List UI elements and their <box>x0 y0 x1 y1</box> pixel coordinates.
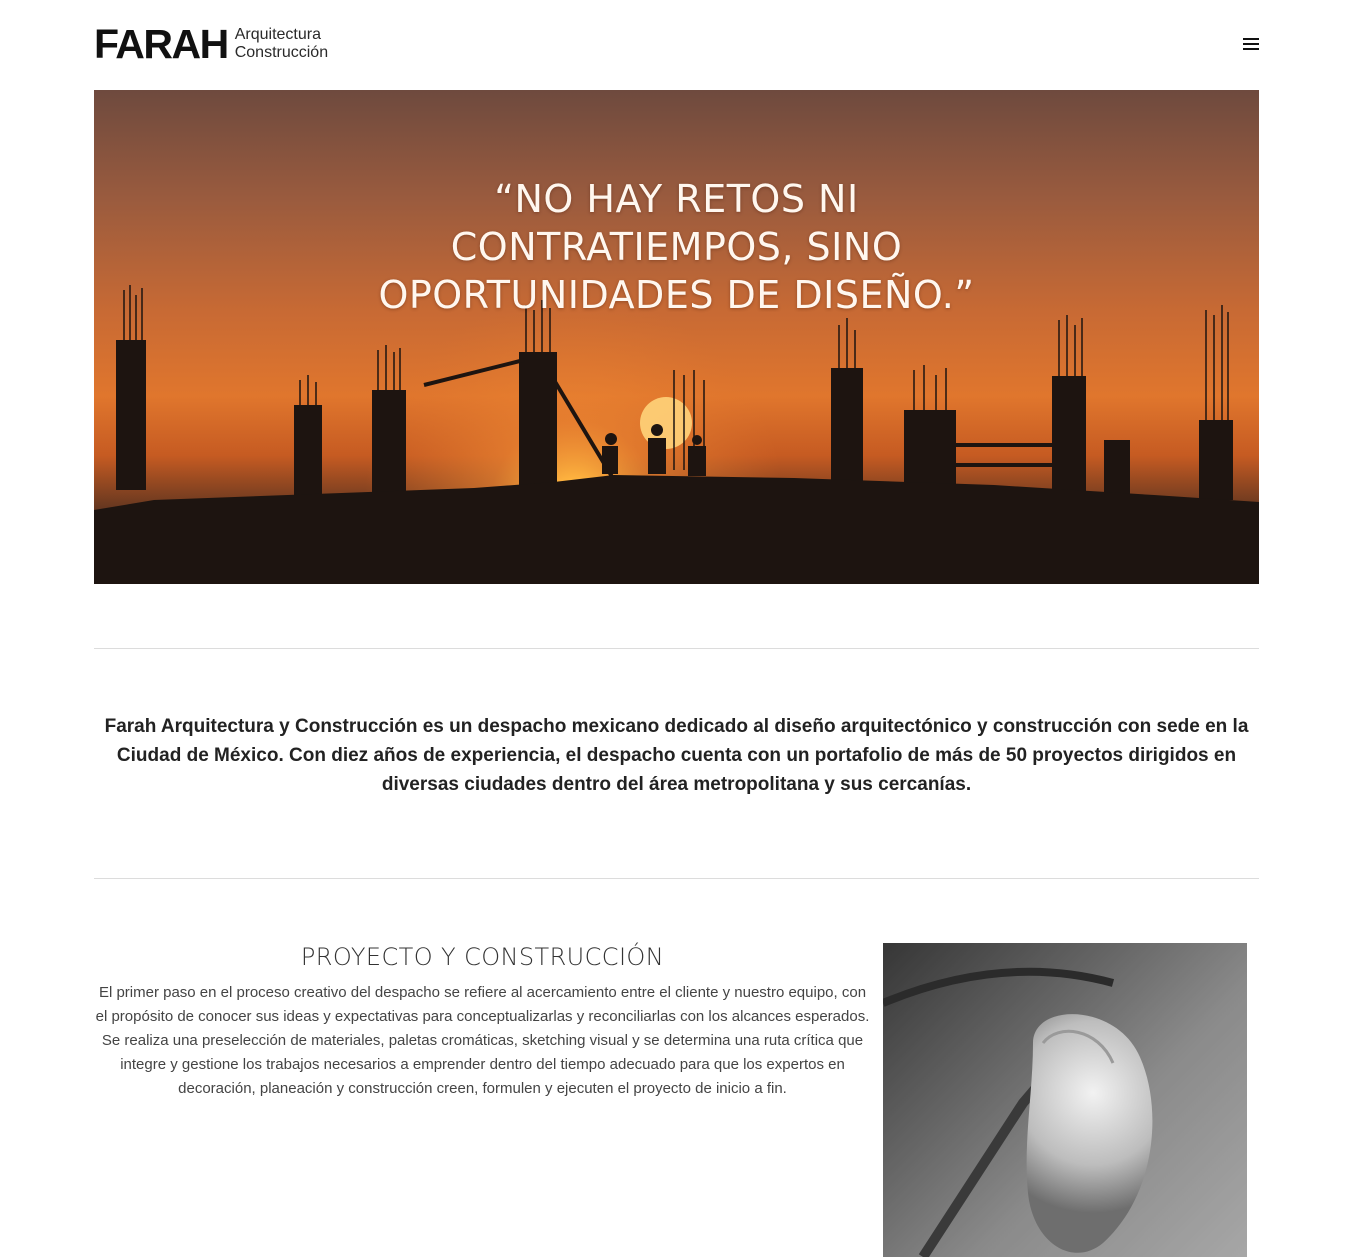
site-header: FARAH Arquitectura Construcción <box>94 21 1259 67</box>
hero-quote: “NO HAY RETOS NI CONTRATIEMPOS, SINO OPO… <box>94 175 1259 319</box>
hero-quote-line3: OPORTUNIDADES DE DISEÑO.” <box>378 273 975 317</box>
site-logo[interactable]: FARAH Arquitectura Construcción <box>94 21 328 67</box>
logo-subtitle-line2: Construcción <box>234 44 329 61</box>
intro-paragraph: Farah Arquitectura y Construcción es un … <box>104 716 1249 795</box>
section-divider <box>94 648 1259 649</box>
hero-banner: “NO HAY RETOS NI CONTRATIEMPOS, SINO OPO… <box>94 90 1259 584</box>
hard-hat-illustration <box>883 943 1247 1257</box>
hero-quote-line2: CONTRATIEMPOS, SINO <box>450 225 903 269</box>
logo-wordmark: FARAH <box>94 21 229 67</box>
hard-hat-image <box>883 943 1247 1257</box>
hero-construction-silhouette <box>94 90 1259 584</box>
section-divider <box>94 878 1259 879</box>
logo-subtitle: Arquitectura Construcción <box>235 26 328 62</box>
hamburger-menu-icon[interactable] <box>1243 38 1259 50</box>
service-title: PROYECTO Y CONSTRUCCIÓN <box>300 943 665 971</box>
hero-quote-line1: “NO HAY RETOS NI <box>494 177 859 221</box>
service-description: El primer paso en el proceso creativo de… <box>95 984 870 1097</box>
logo-subtitle-line1: Arquitectura <box>234 26 321 43</box>
